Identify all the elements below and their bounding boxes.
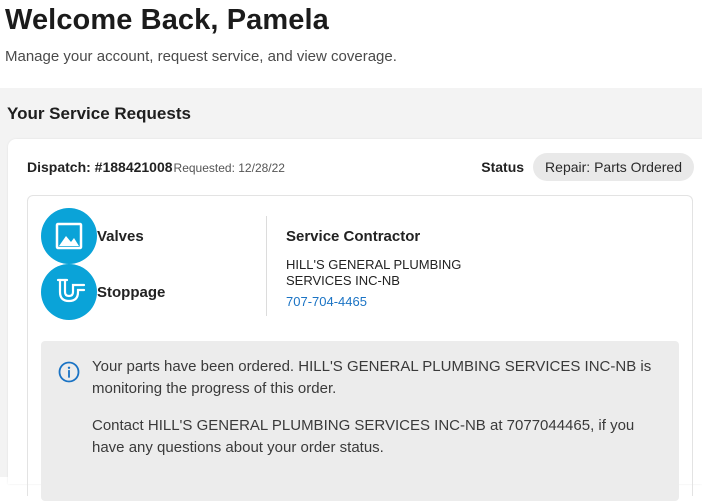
status-area: Status Repair: Parts Ordered	[481, 153, 694, 181]
item-stoppage: Stoppage	[41, 264, 165, 320]
status-badge: Repair: Parts Ordered	[533, 153, 694, 181]
image-icon	[41, 208, 97, 264]
contractor-phone-link[interactable]: 707-704-4465	[286, 294, 367, 309]
item-label: Stoppage	[97, 283, 166, 301]
contractor-heading: Service Contractor	[286, 228, 421, 245]
item-valves: Valves	[41, 208, 144, 264]
pipe-icon	[41, 264, 97, 320]
contractor-name: HILL'S GENERAL PLUMBING SERVICES INC-NB	[286, 257, 462, 288]
requested-date: Requested: 12/28/22	[173, 161, 285, 175]
info-icon	[58, 361, 80, 383]
request-detail-box: Valves Stoppage Service Contractor HILL'…	[27, 195, 693, 501]
info-paragraph: Your parts have been ordered. HILL'S GEN…	[92, 358, 652, 397]
order-info-box: Your parts have been ordered. HILL'S GEN…	[41, 341, 679, 501]
info-paragraph: Contact HILL'S GENERAL PLUMBING SERVICES…	[92, 417, 635, 456]
service-contractor: Service Contractor HILL'S GENERAL PLUMBI…	[286, 228, 486, 311]
dispatch-number: Dispatch: #188421008	[27, 159, 173, 175]
page-subtitle: Manage your account, request service, an…	[5, 48, 397, 65]
service-requests-section: Your Service Requests Dispatch: #1884210…	[0, 88, 702, 501]
service-request-card: Dispatch: #188421008 Requested: 12/28/22…	[8, 139, 702, 501]
item-label: Valves	[97, 227, 144, 245]
info-text: Your parts have been ordered. HILL'S GEN…	[92, 356, 660, 474]
page-title: Welcome Back, Pamela	[5, 4, 329, 36]
section-title: Your Service Requests	[7, 104, 191, 123]
dispatch-row: Dispatch: #188421008 Requested: 12/28/22	[27, 159, 285, 175]
divider	[266, 216, 267, 316]
status-label: Status	[481, 159, 525, 175]
